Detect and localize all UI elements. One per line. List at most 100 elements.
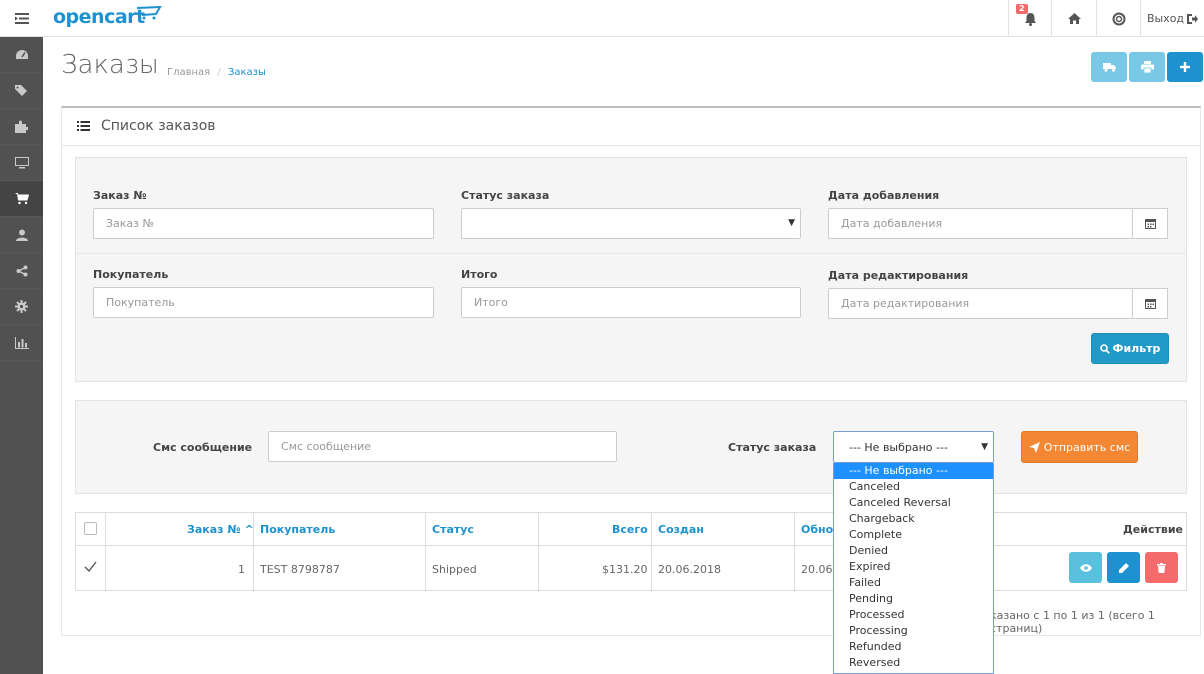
sms-status-select[interactable]: --- Не выбрано --- ▼ <box>833 431 994 463</box>
total-label: Итого <box>461 268 498 281</box>
tags-icon <box>14 84 27 96</box>
filter-button-label: Фильтр <box>1112 342 1161 355</box>
dropdown-option[interactable]: Processed <box>834 607 993 623</box>
sidebar-item-system[interactable] <box>0 289 43 325</box>
status-select[interactable]: ▼ <box>461 208 801 239</box>
sidebar <box>0 37 43 674</box>
sms-message-label: Смс сообщение <box>153 441 253 454</box>
dropdown-option[interactable]: Processing <box>834 623 993 639</box>
dropdown-option[interactable]: --- Не выбрано --- <box>834 463 993 479</box>
shipping-button[interactable] <box>1091 52 1127 82</box>
select-arrow-icon: ▼ <box>981 442 988 452</box>
dropdown-option[interactable]: Denied <box>834 543 993 559</box>
column-header-customer[interactable]: Покупатель <box>260 523 335 536</box>
date-added-label: Дата добавления <box>828 189 940 202</box>
cell-customer: TEST 8798787 <box>260 563 340 576</box>
date-modified-input[interactable]: Дата редактирования <box>828 288 1133 319</box>
filter-button[interactable]: Фильтр <box>1091 333 1169 364</box>
add-order-button[interactable] <box>1167 52 1203 82</box>
logout-button[interactable]: Выход <box>1140 0 1204 37</box>
menu-toggle-button[interactable] <box>0 0 43 37</box>
dropdown-option[interactable]: Failed <box>834 575 993 591</box>
order-id-input[interactable]: Заказ № <box>93 208 434 239</box>
sms-status-select-value: --- Не выбрано --- <box>849 440 948 454</box>
dropdown-option[interactable]: Pending <box>834 591 993 607</box>
total-input[interactable]: Итого <box>461 287 801 318</box>
logout-label: Выход <box>1146 12 1185 25</box>
dropdown-option[interactable]: Complete <box>834 527 993 543</box>
user-icon <box>15 229 28 241</box>
breadcrumb-orders-link[interactable]: Заказы <box>228 67 266 78</box>
dropdown-option[interactable]: Reversed <box>834 655 993 671</box>
view-order-button[interactable] <box>1069 552 1102 583</box>
sidebar-item-customers[interactable] <box>0 217 43 253</box>
help-button[interactable] <box>1096 0 1140 37</box>
panel-heading: Список заказов <box>62 108 1200 146</box>
opencart-logo[interactable]: opencart <box>53 6 145 28</box>
dropdown-option[interactable]: Expired <box>834 559 993 575</box>
pagination-text: казано с 1 по 1 из 1 (всего 1 страниц) <box>990 609 1155 635</box>
breadcrumb-home-link[interactable]: Главная <box>167 67 210 78</box>
search-icon <box>1099 343 1110 354</box>
cell-date-added: 20.06.2018 <box>658 563 721 576</box>
sidebar-item-dashboard[interactable] <box>0 37 43 73</box>
column-header-action: Действие <box>1123 523 1183 536</box>
monitor-icon <box>14 156 29 168</box>
calendar-icon <box>1144 299 1156 309</box>
dashboard-icon <box>15 50 28 59</box>
dropdown-option[interactable]: Canceled <box>834 479 993 495</box>
column-header-date-added[interactable]: Создан <box>658 523 704 536</box>
sign-out-icon <box>1187 13 1199 24</box>
column-header-status[interactable]: Статус <box>432 523 474 536</box>
dropdown-option[interactable]: Chargeback <box>834 511 993 527</box>
date-added-calendar-button[interactable] <box>1133 208 1168 239</box>
sidebar-item-design[interactable] <box>0 145 43 181</box>
dropdown-option[interactable]: Canceled Reversal <box>834 495 993 511</box>
top-header: opencart 2 Выход <box>0 0 1204 37</box>
column-header-order-id[interactable]: Заказ № ^ <box>187 523 254 536</box>
print-button[interactable] <box>1129 52 1165 82</box>
column-divider <box>794 513 795 592</box>
list-icon <box>77 121 90 131</box>
cart-icon <box>14 192 29 204</box>
filter-divider <box>76 253 1186 254</box>
breadcrumb-separator: / <box>217 67 221 78</box>
panel-title: Список заказов <box>101 118 216 134</box>
eye-icon <box>1079 563 1092 572</box>
date-added-input[interactable]: Дата добавления <box>828 208 1133 239</box>
column-header-total[interactable]: Всего <box>612 523 648 536</box>
customer-input[interactable]: Покупатель <box>93 287 434 318</box>
customer-label: Покупатель <box>93 268 169 281</box>
select-all-checkbox[interactable] <box>84 522 97 535</box>
trash-icon <box>1157 562 1166 573</box>
gear-icon <box>15 300 28 313</box>
column-divider <box>425 513 426 592</box>
cell-order-id: 1 <box>238 563 245 576</box>
sidebar-item-catalog[interactable] <box>0 73 43 109</box>
sms-message-input[interactable]: Смс сообщение <box>268 431 617 462</box>
date-modified-label: Дата редактирования <box>828 269 969 282</box>
print-icon <box>1140 61 1154 73</box>
calendar-icon <box>1144 219 1156 229</box>
delete-order-button[interactable] <box>1145 552 1178 583</box>
date-modified-calendar-button[interactable] <box>1133 288 1168 319</box>
column-divider <box>651 513 652 592</box>
sidebar-item-sales[interactable] <box>0 181 43 217</box>
life-ring-icon <box>1112 12 1125 25</box>
send-sms-button[interactable]: Отправить смс <box>1021 431 1138 463</box>
plus-icon <box>1180 62 1190 72</box>
sidebar-item-reports[interactable] <box>0 325 43 361</box>
logo-cart-icon <box>136 6 162 20</box>
bar-chart-icon <box>14 336 29 349</box>
home-button[interactable] <box>1051 0 1096 37</box>
column-divider <box>105 513 106 592</box>
send-sms-button-label: Отправить смс <box>1043 440 1131 454</box>
edit-order-button[interactable] <box>1107 552 1140 583</box>
paper-plane-icon <box>1028 441 1040 453</box>
sidebar-item-marketing[interactable] <box>0 253 43 289</box>
notifications-button[interactable]: 2 <box>1008 0 1051 37</box>
cell-status: Shipped <box>432 563 477 576</box>
sidebar-item-extensions[interactable] <box>0 109 43 145</box>
row-checkbox[interactable] <box>84 560 97 573</box>
dropdown-option[interactable]: Refunded <box>834 639 993 655</box>
